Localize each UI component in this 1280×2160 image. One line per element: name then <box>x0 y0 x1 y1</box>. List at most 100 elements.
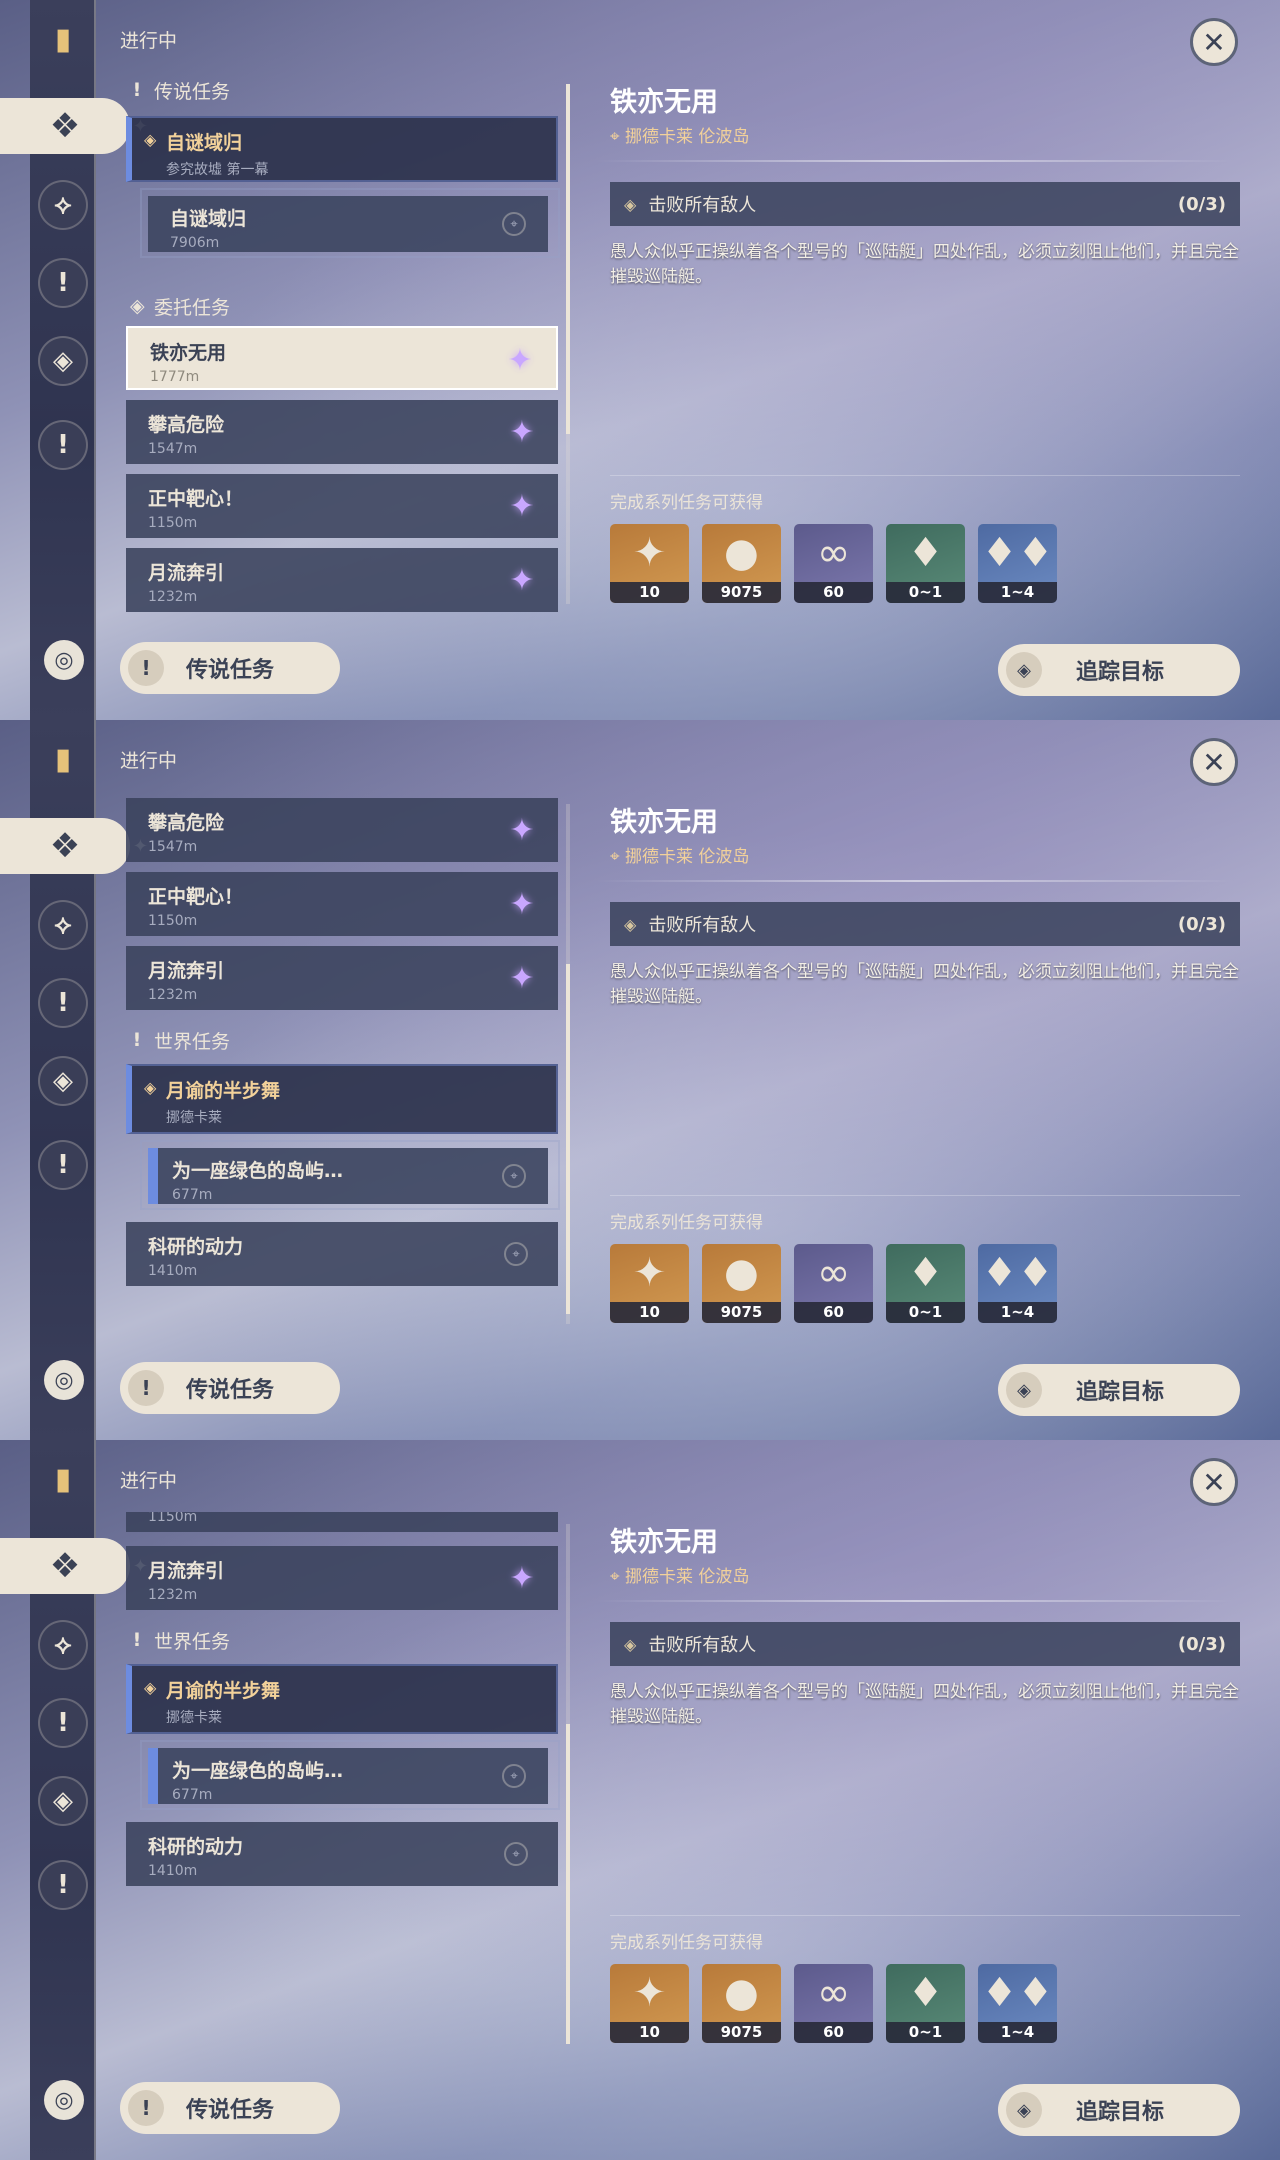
quest-list-scrollbar[interactable] <box>566 84 570 604</box>
track-diamond-icon: ◈ <box>1006 2092 1042 2128</box>
quest-parent-world[interactable]: ◈ 月谕的半步舞 挪德卡莱 <box>126 1664 558 1734</box>
quest-step-world[interactable]: 为一座绿色的岛屿… 677m ⌖ <box>140 1740 560 1810</box>
reward-item[interactable]: ✦ 10 <box>610 1244 689 1323</box>
rail-tab-story[interactable]: ! <box>38 978 88 1028</box>
quest-book-icon[interactable]: ▮ <box>46 18 80 62</box>
track-diamond-icon: ◈ <box>1006 1372 1042 1408</box>
reward-item[interactable]: ∞ 60 <box>794 524 873 603</box>
rail-tab-story[interactable]: ! <box>38 258 88 308</box>
quest-list-scrollbar[interactable] <box>566 1524 570 2044</box>
rail-tab-archon[interactable]: ⟡ <box>38 900 88 950</box>
reward-item[interactable]: ♦♦ 1~4 <box>978 524 1057 603</box>
quest-step-legend[interactable]: 自谜域归 7906m ⌖ <box>140 188 560 258</box>
reward-item[interactable]: ♦♦ 1~4 <box>978 1244 1057 1323</box>
tracked-diamond-icon: ◈ <box>144 1078 157 1097</box>
rail-tab-world[interactable]: ! <box>38 1860 88 1910</box>
rail-tab-commission[interactable]: ◈ <box>38 336 88 386</box>
quest-list: ! 传说任务 ◈ 自谜域归 参究故墟 第一幕 自谜域归 7906m ⌖ ◈ 委托… <box>120 72 560 632</box>
primogem-icon: ✦ <box>632 1970 667 2016</box>
quest-item[interactable]: 科研的动力 1410m ⌖ <box>126 1222 558 1286</box>
rewards-label: 完成系列任务可获得 <box>610 1213 763 1233</box>
rewards-row: ✦ 10 ● 9075 ∞ 60 ♦ 0~1 ♦♦ 1~4 <box>610 524 1057 603</box>
category-commission: ◈ 委托任务 <box>130 295 231 319</box>
close-icon: ✕ <box>1202 1465 1226 1499</box>
primogem-icon: ✦ <box>632 530 667 576</box>
track-target-button[interactable]: ◈ 追踪目标 <box>998 1364 1240 1416</box>
quest-item[interactable]: 正中靶心！ 1150m ✦ <box>126 474 558 538</box>
quest-list-scrollbar[interactable] <box>566 804 570 1324</box>
quest-parent-world[interactable]: ◈ 月谕的半步舞 挪德卡莱 <box>126 1064 558 1134</box>
rail-tab-story[interactable]: ! <box>38 1698 88 1748</box>
quest-step-world[interactable]: 为一座绿色的岛屿… 677m ⌖ <box>140 1140 560 1210</box>
crystal-cluster-icon: ♦♦ <box>981 1250 1054 1296</box>
scrollbar-thumb[interactable] <box>566 964 570 1314</box>
reward-item[interactable]: ✦ 10 <box>610 1964 689 2043</box>
close-button[interactable]: ✕ <box>1190 1458 1238 1506</box>
location-pin-icon[interactable]: ⌖ <box>502 1764 526 1788</box>
quest-item[interactable]: 月流奔引 1232m ✦ <box>126 1546 558 1610</box>
primogem-icon: ✦ <box>632 1250 667 1296</box>
close-icon: ✕ <box>1202 745 1226 779</box>
all-quests-icon: ❖ <box>49 826 81 866</box>
track-target-button[interactable]: ◈ 追踪目标 <box>998 2084 1240 2136</box>
rail-tab-all[interactable]: ❖ <box>0 818 148 874</box>
close-button[interactable]: ✕ <box>1190 738 1238 786</box>
quest-item[interactable]: 月流奔引 1232m ✦ <box>126 946 558 1010</box>
scrollbar-thumb[interactable] <box>566 84 570 434</box>
quest-book-icon[interactable]: ▮ <box>46 1458 80 1502</box>
close-button[interactable]: ✕ <box>1190 18 1238 66</box>
in-progress-label: 进行中 <box>120 1470 178 1492</box>
quest-item-selected[interactable]: 铁亦无用 1777m ✦ <box>126 326 558 390</box>
quest-settings-icon[interactable]: ◎ <box>44 1360 84 1400</box>
quest-settings-icon[interactable]: ◎ <box>44 640 84 680</box>
quest-item[interactable]: 攀高危险 1547m ✦ <box>126 798 558 862</box>
quest-item[interactable]: 科研的动力 1410m ⌖ <box>126 1822 558 1886</box>
legend-quest-icon: ! <box>57 988 69 1018</box>
reward-item[interactable]: ∞ 60 <box>794 1244 873 1323</box>
reward-item[interactable]: ♦ 0~1 <box>886 1244 965 1323</box>
reward-item[interactable]: ♦♦ 1~4 <box>978 1964 1057 2043</box>
objective-diamond-icon: ◈ <box>624 914 637 934</box>
rail-tab-world[interactable]: ! <box>38 420 88 470</box>
detail-description: 愚人众似乎正操纵着各个型号的「巡陆艇」四处作乱，必须立刻阻止他们，并且完全摧毁巡… <box>610 962 1239 1007</box>
quest-parent-legend[interactable]: ◈ 自谜域归 参究故墟 第一幕 <box>126 116 558 182</box>
tracked-diamond-icon: ◈ <box>144 130 157 149</box>
close-icon: ✕ <box>1202 25 1226 59</box>
rail-tab-commission[interactable]: ◈ <box>38 1776 88 1826</box>
quest-settings-icon[interactable]: ◎ <box>44 2080 84 2120</box>
all-quests-icon: ❖ <box>49 1546 81 1586</box>
reward-item[interactable]: ● 9075 <box>702 1244 781 1323</box>
reward-item[interactable]: ● 9075 <box>702 524 781 603</box>
reward-item[interactable]: ∞ 60 <box>794 1964 873 2043</box>
legend-quests-button[interactable]: ! 传说任务 <box>120 2082 340 2134</box>
reward-item[interactable]: ♦ 0~1 <box>886 1964 965 2043</box>
rail-tab-all[interactable]: ❖ <box>0 1538 148 1594</box>
quest-item[interactable]: 月流奔引 1232m ✦ <box>126 548 558 612</box>
rail-tab-world[interactable]: ! <box>38 1140 88 1190</box>
legend-quests-button[interactable]: ! 传说任务 <box>120 642 340 694</box>
category-rail: ▮ ❖ ⟡ ! ◈ ! ◎ <box>0 720 148 1440</box>
location-pin-icon[interactable]: ⌖ <box>504 1242 528 1266</box>
rail-tab-commission[interactable]: ◈ <box>38 1056 88 1106</box>
rail-tab-archon[interactable]: ⟡ <box>38 180 88 230</box>
exclamation-icon: ! <box>128 1370 164 1406</box>
quest-book-icon[interactable]: ▮ <box>46 738 80 782</box>
reward-item[interactable]: ♦ 0~1 <box>886 524 965 603</box>
reward-item[interactable]: ● 9075 <box>702 1964 781 2043</box>
world-quest-icon: ! <box>57 1150 69 1180</box>
location-pin-icon[interactable]: ⌖ <box>504 1842 528 1866</box>
track-target-button[interactable]: ◈ 追踪目标 <box>998 644 1240 696</box>
scrollbar-thumb[interactable] <box>566 1724 570 2044</box>
quest-item[interactable]: 正中靶心！ 1150m <box>126 1512 558 1532</box>
location-pin-icon[interactable]: ⌖ <box>502 1164 526 1188</box>
rail-tab-archon[interactable]: ⟡ <box>38 1620 88 1670</box>
detail-description: 愚人众似乎正操纵着各个型号的「巡陆艇」四处作乱，必须立刻阻止他们，并且完全摧毁巡… <box>610 1682 1239 1727</box>
commission-star-icon: ✦ <box>509 562 535 598</box>
location-pin-icon[interactable]: ⌖ <box>502 212 526 236</box>
legend-quests-button[interactable]: ! 传说任务 <box>120 1362 340 1414</box>
reward-item[interactable]: ✦ 10 <box>610 524 689 603</box>
quest-item[interactable]: 正中靶心！ 1150m ✦ <box>126 872 558 936</box>
rail-tab-all[interactable]: ❖ <box>0 98 148 154</box>
divider <box>596 880 1236 882</box>
quest-item[interactable]: 攀高危险 1547m ✦ <box>126 400 558 464</box>
